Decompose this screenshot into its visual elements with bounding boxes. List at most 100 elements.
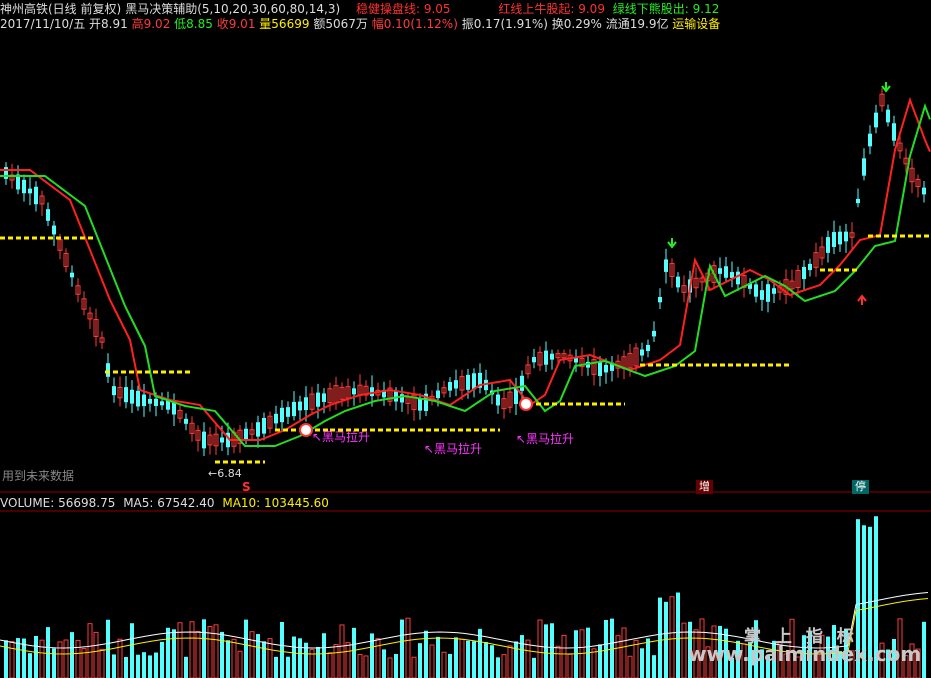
sell-marker: S — [242, 480, 251, 494]
volume-bar-down — [418, 643, 422, 678]
candle-down — [448, 382, 452, 391]
volume-bar-up — [567, 653, 573, 678]
candle-down — [652, 330, 656, 337]
candle-down — [544, 350, 548, 365]
candle-down — [730, 272, 734, 278]
volume-bar-up — [345, 642, 351, 678]
volume-bar-down — [496, 657, 500, 678]
candle-down — [874, 112, 878, 128]
volume-bar-down — [28, 653, 32, 678]
candle-down — [808, 263, 812, 271]
volume-bar-down — [226, 640, 230, 678]
volume-bar-up — [63, 639, 69, 678]
candle-down — [28, 188, 32, 194]
candle-down — [754, 284, 758, 297]
candle-down — [22, 179, 26, 194]
volume-bar-up — [501, 654, 507, 678]
volume-bar-down — [160, 641, 164, 678]
volume-bar-down — [52, 648, 56, 678]
volume-bar-down — [166, 627, 170, 678]
volume-bar-up — [333, 644, 339, 678]
volume-bar-down — [646, 638, 650, 678]
volume-bar-down — [70, 632, 74, 678]
down-arrow-icon — [667, 238, 677, 249]
candle-down — [322, 393, 326, 402]
candle-down — [112, 386, 116, 396]
kline-chart[interactable] — [0, 0, 931, 678]
candle-down — [718, 268, 722, 274]
volume-bar-up — [387, 657, 393, 678]
low-price-label: ←6.84 — [208, 467, 242, 480]
candle-down — [772, 288, 776, 294]
volume-bar-up — [9, 641, 15, 678]
volume-bar-up — [267, 638, 273, 678]
volume-bar-up — [429, 644, 435, 678]
volume-bar-down — [262, 641, 266, 678]
volume-ma5: MA5: 67542.40 — [123, 496, 215, 510]
volume-bar-up — [231, 638, 237, 678]
volume-bar-up — [99, 648, 105, 678]
buy-signal-icon — [519, 397, 533, 411]
volume-bar-up — [327, 652, 333, 678]
volume-bar-down — [124, 657, 128, 678]
candle-down — [658, 297, 662, 303]
candle-down — [220, 437, 224, 443]
candle-down — [142, 394, 146, 407]
candle-down — [550, 353, 554, 360]
volume-bar-down — [322, 633, 326, 678]
volume-bar-down — [520, 635, 524, 678]
volume-bar-down — [136, 654, 140, 678]
volume-bar-up — [525, 639, 531, 678]
volume-bar-down — [436, 636, 440, 678]
candle-down — [598, 362, 602, 376]
candle-down — [160, 401, 164, 406]
volume-bar-down — [202, 619, 206, 678]
volume-bar-down — [652, 655, 656, 678]
volume-bar-up — [117, 638, 123, 678]
candle-down — [148, 398, 152, 404]
halt-badge: 停 — [852, 480, 869, 494]
candle-down — [124, 387, 128, 403]
volume-bar-up — [411, 656, 417, 678]
future-data-note: 用到未来数据 — [2, 469, 75, 483]
candle-down — [286, 407, 290, 417]
candle-down — [280, 407, 284, 423]
volume-bar-down — [112, 654, 116, 678]
volume-bar-down — [172, 629, 176, 678]
volume-bar-down — [274, 656, 278, 678]
candle-down — [106, 363, 110, 377]
volume-bar-up — [57, 641, 63, 678]
volume-bar-down — [658, 597, 662, 678]
volume-bar-up — [177, 622, 183, 678]
volume-bar-down — [220, 631, 224, 678]
candle-down — [136, 390, 140, 407]
volume-ma10: MA10: 103445.60 — [222, 496, 329, 510]
volume-bar-up — [555, 645, 561, 678]
volume-bar-down — [922, 621, 926, 678]
volume-bar-down — [484, 642, 488, 678]
volume-bar-down — [46, 627, 50, 678]
candle-down — [316, 392, 320, 407]
candle-down — [262, 417, 266, 434]
volume-bar-down — [514, 641, 518, 678]
candle-down — [802, 266, 806, 280]
volume-bar-up — [591, 648, 597, 678]
candle-down — [832, 232, 836, 247]
candle-down — [256, 422, 260, 437]
candle-down — [520, 375, 524, 391]
signal-label-1: ↖黑马拉升 — [312, 430, 371, 444]
candle-down — [130, 389, 134, 404]
volume-bar-up — [39, 639, 45, 678]
candle-down — [838, 231, 842, 245]
ma-red-line — [0, 96, 931, 441]
volume-bar-down — [292, 636, 296, 678]
candle-down — [352, 388, 356, 395]
candle-down — [736, 271, 740, 285]
volume-bar-up — [669, 596, 675, 678]
volume-bar-up — [93, 631, 99, 678]
volume-bar-up — [507, 645, 513, 678]
volume-bar-down — [34, 635, 38, 678]
volume-bar-up — [681, 622, 687, 678]
signal-label-3: ↖黑马拉升 — [516, 432, 575, 446]
volume-bar-up — [237, 650, 243, 678]
